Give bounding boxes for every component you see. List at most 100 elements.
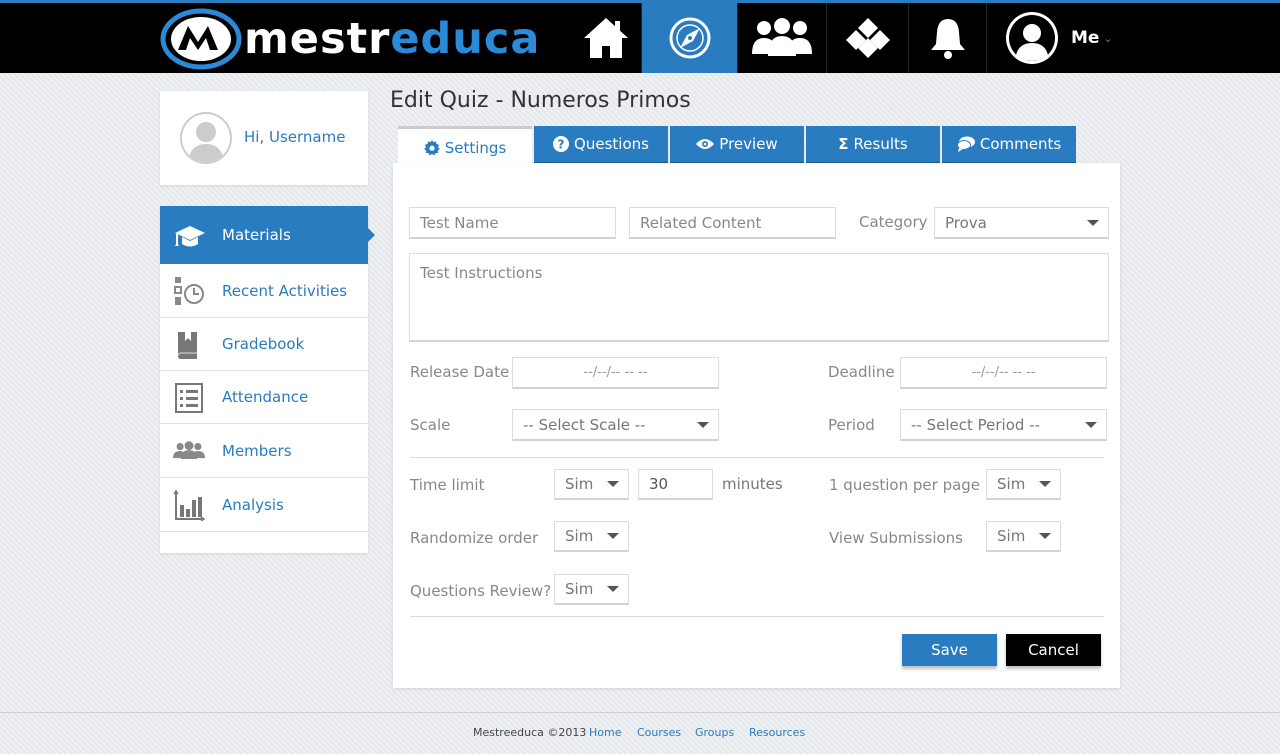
footer-link-groups[interactable]: Groups <box>695 726 734 739</box>
selected-value: Sim <box>997 527 1026 545</box>
view-submissions-select[interactable]: Sim <box>986 521 1061 552</box>
sidebar-item-label: Members <box>222 441 292 460</box>
sidebar-item-label: Gradebook <box>222 335 305 353</box>
randomize-order-select[interactable]: Sim <box>554 521 629 552</box>
selected-value: -- Select Period -- <box>911 415 1041 434</box>
sidebar-item-recent-activities[interactable]: Recent Activities <box>160 264 368 318</box>
bar-chart-icon <box>173 489 205 521</box>
caret-down-icon <box>1087 219 1099 226</box>
logo-mark-icon <box>160 8 242 70</box>
selected-value: Sim <box>565 527 594 545</box>
logo-part-1: mestr <box>244 14 391 64</box>
time-limit-label: Time limit <box>410 476 485 494</box>
date-value: --/--/-- -- -- <box>971 365 1036 380</box>
randomize-order-label: Randomize order <box>410 529 539 547</box>
svg-text:?: ? <box>558 138 565 152</box>
selected-value: Prova <box>945 213 987 232</box>
nav-notifications[interactable] <box>909 3 987 73</box>
sidebar-item-members[interactable]: Members <box>160 424 368 478</box>
cancel-button[interactable]: Cancel <box>1006 634 1101 666</box>
related-content-input[interactable]: Related Content <box>629 207 836 239</box>
sidebar-item-label: Recent Activities <box>222 281 348 300</box>
tab-questions[interactable]: ? Questions <box>534 126 668 164</box>
gear-icon <box>423 139 440 156</box>
selected-value: Sim <box>565 475 594 493</box>
tab-label: Settings <box>444 138 507 157</box>
sidebar-menu: Materials Recent Activities Gradebook At… <box>160 206 375 553</box>
caret-down-icon <box>697 421 709 428</box>
logo-part-2: educa <box>390 14 541 64</box>
sidebar-item-materials[interactable]: Materials <box>160 206 375 264</box>
greeting-username[interactable]: Hi, Username <box>244 128 345 146</box>
caret-down-icon <box>607 481 619 487</box>
list-icon <box>175 383 203 413</box>
selected-value: Sim <box>997 475 1026 493</box>
group-icon <box>752 18 812 56</box>
graduation-cap-icon <box>175 226 205 247</box>
sigma-icon: Σ <box>838 135 849 153</box>
nav-user-menu[interactable]: Me ⌄ <box>987 3 1117 73</box>
nav-apps[interactable] <box>827 3 909 73</box>
sidebar-item-label: Attendance <box>222 388 309 406</box>
category-label: Category <box>859 213 928 231</box>
question-per-page-select[interactable]: Sim <box>986 469 1061 500</box>
footer-divider <box>0 712 1280 713</box>
user-placeholder-icon <box>188 122 224 162</box>
mestreeduca-logo[interactable]: mestreduca <box>160 8 539 70</box>
sidebar-item-analysis[interactable]: Analysis <box>160 478 368 532</box>
questions-review-select[interactable]: Sim <box>554 574 629 605</box>
time-limit-toggle-select[interactable]: Sim <box>554 469 629 500</box>
logo-wordmark: mestreduca <box>244 13 540 65</box>
scale-select[interactable]: -- Select Scale -- <box>512 409 719 441</box>
release-date-input[interactable]: --/--/-- -- -- <box>512 357 719 389</box>
caret-down-icon <box>1039 481 1051 487</box>
input-value: 30 <box>649 475 669 493</box>
sidebar-item-attendance[interactable]: Attendance <box>160 371 368 424</box>
nav-groups[interactable] <box>738 3 827 73</box>
caret-down-icon <box>1039 533 1051 539</box>
footer-copyright: Mestreeduca ©2013 <box>473 726 587 739</box>
tab-preview[interactable]: Preview <box>670 126 804 164</box>
placeholder-text: Test Instructions <box>420 264 543 282</box>
footer-link-courses[interactable]: Courses <box>637 726 681 739</box>
book-icon <box>177 332 197 359</box>
scale-label: Scale <box>410 416 451 434</box>
test-instructions-textarea[interactable]: Test Instructions <box>409 253 1109 342</box>
tab-label: Questions <box>574 135 649 153</box>
caret-down-icon <box>607 533 619 539</box>
sidebar-item-label: Analysis <box>222 495 284 514</box>
section-divider <box>410 457 1104 458</box>
view-submissions-label: View Submissions <box>829 529 963 547</box>
tab-label: Preview <box>719 135 778 153</box>
tab-comments[interactable]: Comments <box>942 126 1076 164</box>
time-limit-minutes-input[interactable]: 30 <box>638 469 713 500</box>
user-avatar-icon <box>1006 12 1058 64</box>
avatar[interactable] <box>180 112 232 164</box>
nav-home[interactable] <box>570 3 642 73</box>
diamond-grid-icon <box>845 18 890 58</box>
page-title: Edit Quiz - Numeros Primos <box>390 88 691 113</box>
tab-settings[interactable]: Settings <box>398 126 532 166</box>
save-button[interactable]: Save <box>902 634 997 666</box>
me-label: Me <box>1071 28 1100 48</box>
footer-link-home[interactable]: Home <box>589 726 621 739</box>
comment-icon <box>956 136 975 152</box>
nav-courses[interactable] <box>642 3 738 73</box>
caret-down-icon <box>607 586 619 592</box>
release-date-label: Release Date <box>410 363 510 381</box>
sidebar-item-gradebook[interactable]: Gradebook <box>160 318 368 371</box>
question-per-page-label: 1 question per page <box>829 476 981 494</box>
question-icon: ? <box>553 136 570 152</box>
deadline-label: Deadline <box>828 363 895 381</box>
period-select[interactable]: -- Select Period -- <box>900 409 1107 441</box>
eye-icon <box>696 138 715 150</box>
placeholder-text: Related Content <box>640 213 762 232</box>
sidebar-item-label: Materials <box>222 226 291 244</box>
tab-results[interactable]: Σ Results <box>806 126 940 164</box>
section-divider <box>410 616 1104 617</box>
footer-link-resources[interactable]: Resources <box>749 726 805 739</box>
test-name-input[interactable]: Test Name <box>409 207 616 239</box>
tab-label: Results <box>853 135 908 153</box>
category-select[interactable]: Prova <box>934 207 1109 239</box>
deadline-input[interactable]: --/--/-- -- -- <box>900 357 1107 389</box>
